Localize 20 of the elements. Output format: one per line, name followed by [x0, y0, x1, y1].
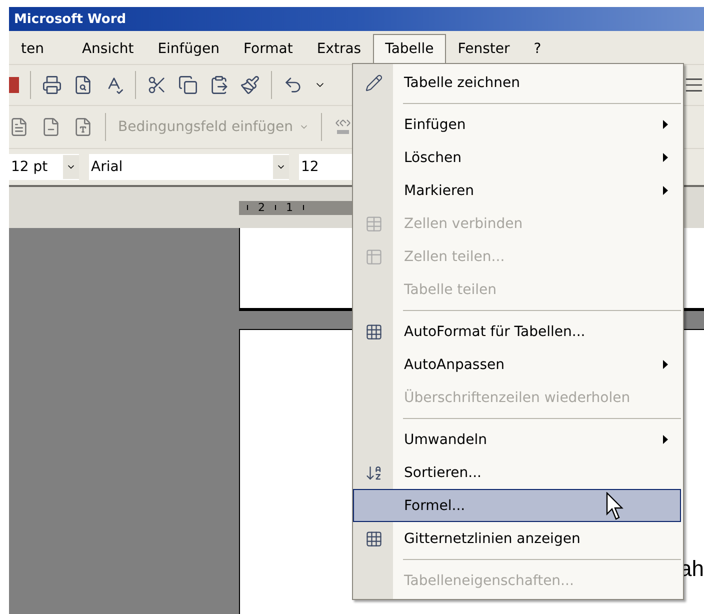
window-title: Microsoft Word	[14, 12, 126, 26]
menu-title[interactable]: Einfügen	[146, 34, 232, 64]
menu-item[interactable]: Einfügen	[353, 108, 681, 141]
style-dropdown[interactable]: 12 pt	[9, 154, 79, 180]
menu-item[interactable]: Umwandeln	[353, 423, 681, 456]
menu-title[interactable]: Fenster	[446, 34, 522, 64]
menu-title[interactable]: Format	[231, 34, 305, 64]
menu-title[interactable]: ?	[522, 34, 554, 64]
ruler-number: 1	[286, 201, 293, 214]
menu-title[interactable]: Extras	[304, 34, 374, 64]
menu-title[interactable]: Ansicht	[70, 34, 146, 64]
menu-item[interactable]: AutoFormat für Tabellen...	[353, 315, 681, 348]
menu-item[interactable]: Gitternetzlinien anzeigen	[353, 522, 681, 555]
menu-item[interactable]: Formel...	[353, 489, 681, 522]
font-dropdown[interactable]: Arial	[89, 154, 289, 180]
ruler-number: 2	[258, 201, 265, 214]
menu-item[interactable]: Sortieren...	[353, 456, 681, 489]
menu-title[interactable]: ten	[9, 34, 56, 64]
menu-item[interactable]: AutoAnpassen	[353, 348, 681, 381]
menu-title[interactable]: Tabelle	[373, 34, 446, 64]
